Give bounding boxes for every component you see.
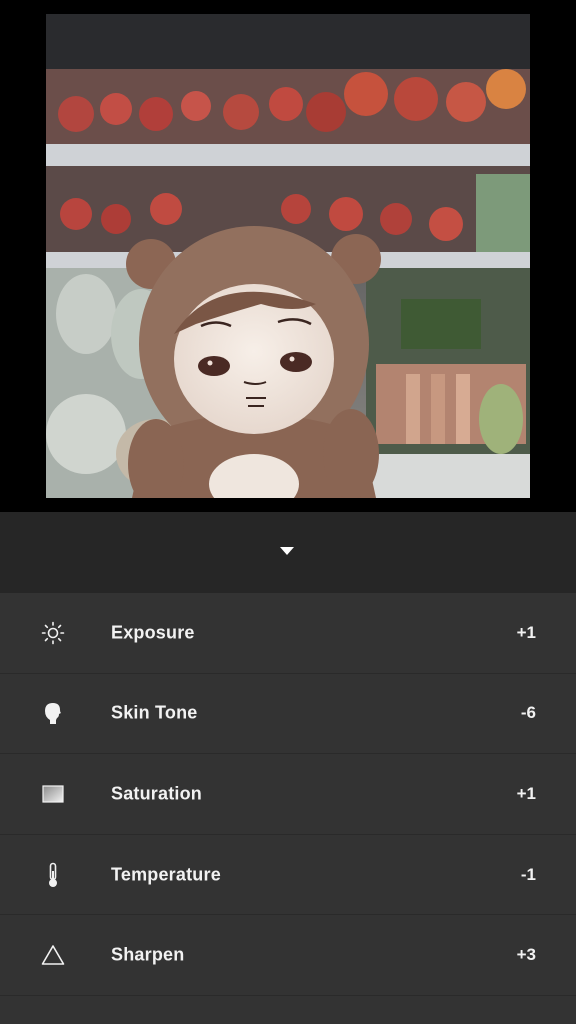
adjustment-value: -6 — [520, 703, 536, 723]
adjustment-value: +1 — [516, 783, 536, 803]
adjustment-value: +1 — [516, 622, 536, 642]
photo-canvas — [0, 0, 576, 512]
sun-icon — [40, 620, 66, 646]
adjustments-list: Exposure +1 Skin Tone -6 Saturation +1 T… — [0, 593, 576, 1024]
thermometer-icon — [40, 862, 66, 888]
adjustment-label: Saturation — [111, 783, 203, 804]
triangle-icon — [40, 942, 66, 968]
photo-editor-screen: Exposure +1 Skin Tone -6 Saturation +1 T… — [0, 0, 576, 1024]
face-silhouette-icon — [40, 700, 66, 726]
adjustment-row-temperature[interactable]: Temperature -1 — [0, 835, 576, 916]
adjustment-label: Sharpen — [111, 944, 185, 965]
adjustment-row-sharpen[interactable]: Sharpen +3 — [0, 915, 576, 996]
adjustment-row-skin-tone[interactable]: Skin Tone -6 — [0, 674, 576, 755]
gradient-square-icon — [40, 781, 66, 807]
adjustment-row-exposure[interactable]: Exposure +1 — [0, 593, 576, 674]
chevron-down-icon[interactable] — [280, 547, 294, 555]
adjustment-label: Skin Tone — [111, 702, 198, 723]
adjustment-label: Exposure — [111, 622, 195, 643]
edited-photo[interactable] — [46, 14, 530, 498]
adjustment-row-saturation[interactable]: Saturation +1 — [0, 754, 576, 835]
photo-illustration — [46, 14, 530, 498]
adjustment-value: +3 — [516, 945, 536, 965]
adjustment-label: Temperature — [111, 864, 221, 885]
adjustment-value: -1 — [520, 864, 536, 884]
